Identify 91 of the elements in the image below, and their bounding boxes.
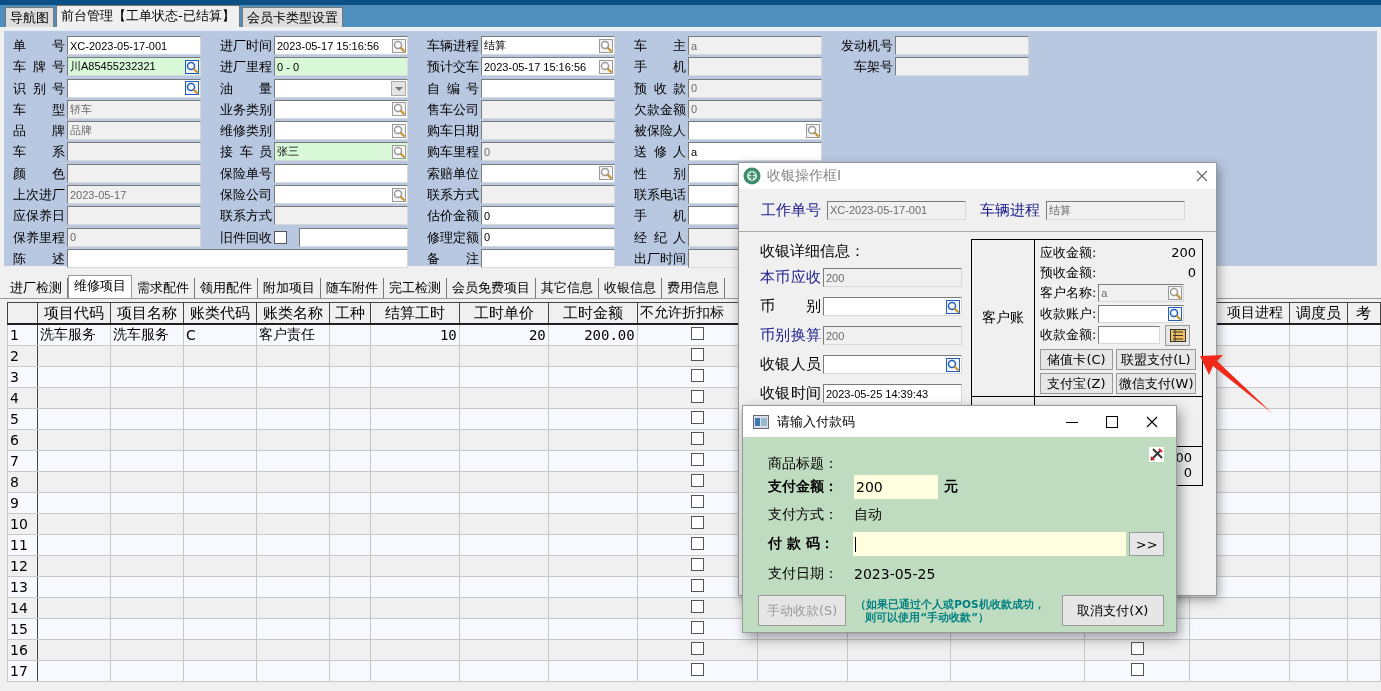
row-number: 14 bbox=[7, 597, 38, 619]
field-label: 修理定额 bbox=[427, 228, 479, 247]
field-label: 收款金额: bbox=[1040, 326, 1097, 344]
row-number: 3 bbox=[7, 366, 38, 388]
row-number: 4 bbox=[7, 387, 38, 409]
field-label: 付 款 码： bbox=[768, 535, 835, 553]
field-label: 支付日期： bbox=[768, 565, 839, 583]
field-label: 保养里程 bbox=[13, 228, 65, 247]
field-label: 车系 bbox=[13, 143, 65, 162]
field-label: 车牌号 bbox=[13, 58, 65, 77]
date-value: 2023-05-25 bbox=[854, 566, 936, 582]
hint-text: 则可以使用“手动收款”） bbox=[864, 610, 990, 624]
amount-label: 预收金额: bbox=[1040, 263, 1097, 282]
section-heading: 收银详细信息： bbox=[760, 241, 866, 262]
field-label: 手机 bbox=[634, 207, 686, 226]
field-label: 币别 bbox=[760, 297, 821, 316]
field-label: 客户名称: bbox=[1040, 284, 1097, 302]
field-label: 接车员 bbox=[220, 143, 272, 162]
field-label: 币别换算 bbox=[760, 326, 821, 345]
currency-label: 元 bbox=[944, 478, 958, 496]
method-value: 自动 bbox=[854, 506, 882, 524]
field-label: 手机 bbox=[634, 58, 686, 77]
field-label: 被保险人 bbox=[634, 122, 686, 141]
field-label: 车型 bbox=[13, 100, 65, 119]
field-label: 联系电话 bbox=[634, 186, 686, 205]
field-label: 支付金额： bbox=[768, 478, 839, 496]
row-number: 12 bbox=[7, 555, 38, 577]
field-label: 旧件回收 bbox=[220, 228, 272, 247]
field-label: 备注 bbox=[427, 249, 479, 268]
field-label: 性别 bbox=[634, 164, 686, 183]
field-label: 保险单号 bbox=[220, 164, 272, 183]
field-label: 本币应收 bbox=[760, 268, 821, 287]
field-label: 收款账户: bbox=[1040, 305, 1097, 323]
field-label: 业务类别 bbox=[220, 100, 272, 119]
field-label: 收银时间 bbox=[760, 384, 821, 403]
dialog-title: 请输入付款码 bbox=[777, 412, 855, 431]
row-number: 5 bbox=[7, 408, 38, 430]
amount-value: 0 bbox=[1183, 465, 1192, 480]
field-label: 预计交车 bbox=[427, 58, 479, 77]
row-number: 11 bbox=[7, 534, 38, 556]
field-label: 自编号 bbox=[427, 79, 479, 98]
field-label: 购车日期 bbox=[427, 122, 479, 141]
field-label: 送修人 bbox=[634, 143, 686, 162]
row-number: 6 bbox=[7, 429, 38, 451]
field-label: 联系方式 bbox=[427, 186, 479, 205]
row-number: 2 bbox=[7, 345, 38, 367]
field-label: 预收款 bbox=[634, 79, 686, 98]
row-number: 13 bbox=[7, 576, 38, 598]
row-number: 9 bbox=[7, 492, 38, 514]
row-number: 8 bbox=[7, 471, 38, 493]
field-label: 车架号 bbox=[853, 58, 893, 77]
field-label: 识别号 bbox=[13, 79, 65, 98]
row-number: 15 bbox=[7, 618, 38, 640]
field-label: 工作单号 bbox=[761, 200, 821, 220]
field-label: 维修类别 bbox=[220, 122, 272, 141]
field-label: 车辆进程 bbox=[980, 200, 1040, 220]
field-label: 估价金额 bbox=[427, 207, 479, 226]
field-label: 购车里程 bbox=[427, 143, 479, 162]
field-label: 品牌 bbox=[13, 122, 65, 141]
field-label: 油量 bbox=[220, 79, 272, 98]
row-number: 10 bbox=[7, 513, 38, 535]
field-label: 上次进厂 bbox=[13, 186, 65, 205]
field-label: 进厂里程 bbox=[220, 58, 272, 77]
field-label: 索赔单位 bbox=[427, 164, 479, 183]
field-label: 经纪人 bbox=[634, 228, 686, 247]
hint-text: （如果已通过个人或POS机收款成功， bbox=[855, 597, 1045, 611]
amount-label: 应收金额: bbox=[1040, 243, 1097, 262]
field-label: 支付方式： bbox=[768, 506, 839, 524]
field-label: 收银人员 bbox=[760, 355, 821, 374]
row-number: 16 bbox=[7, 639, 38, 661]
field-label: 欠款金额 bbox=[634, 100, 686, 119]
field-label: 商品标题： bbox=[768, 455, 839, 473]
field-label: 陈述 bbox=[13, 249, 65, 268]
field-label: 出厂时间 bbox=[634, 249, 686, 268]
account-label: 客户账 bbox=[982, 309, 1024, 327]
field-label: 单号 bbox=[13, 37, 65, 55]
field-label: 颜色 bbox=[13, 164, 65, 183]
field-label: 车辆进程 bbox=[427, 37, 479, 55]
row-number: 17 bbox=[7, 660, 38, 682]
field-label: 车主 bbox=[634, 37, 686, 55]
row-number: 1 bbox=[7, 324, 38, 346]
dialog-title: 收银操作框I bbox=[767, 167, 842, 185]
amount-value: 0 bbox=[1187, 265, 1196, 280]
row-number: 7 bbox=[7, 450, 38, 472]
field-label: 联系方式 bbox=[220, 207, 272, 226]
field-label: 进厂时间 bbox=[220, 37, 272, 55]
amount-value: 200 bbox=[1171, 245, 1196, 260]
field-label: 售车公司 bbox=[427, 100, 479, 119]
field-label: 保险公司 bbox=[220, 186, 272, 205]
field-label: 发动机号 bbox=[841, 37, 893, 55]
field-label: 应保养日 bbox=[13, 207, 65, 226]
